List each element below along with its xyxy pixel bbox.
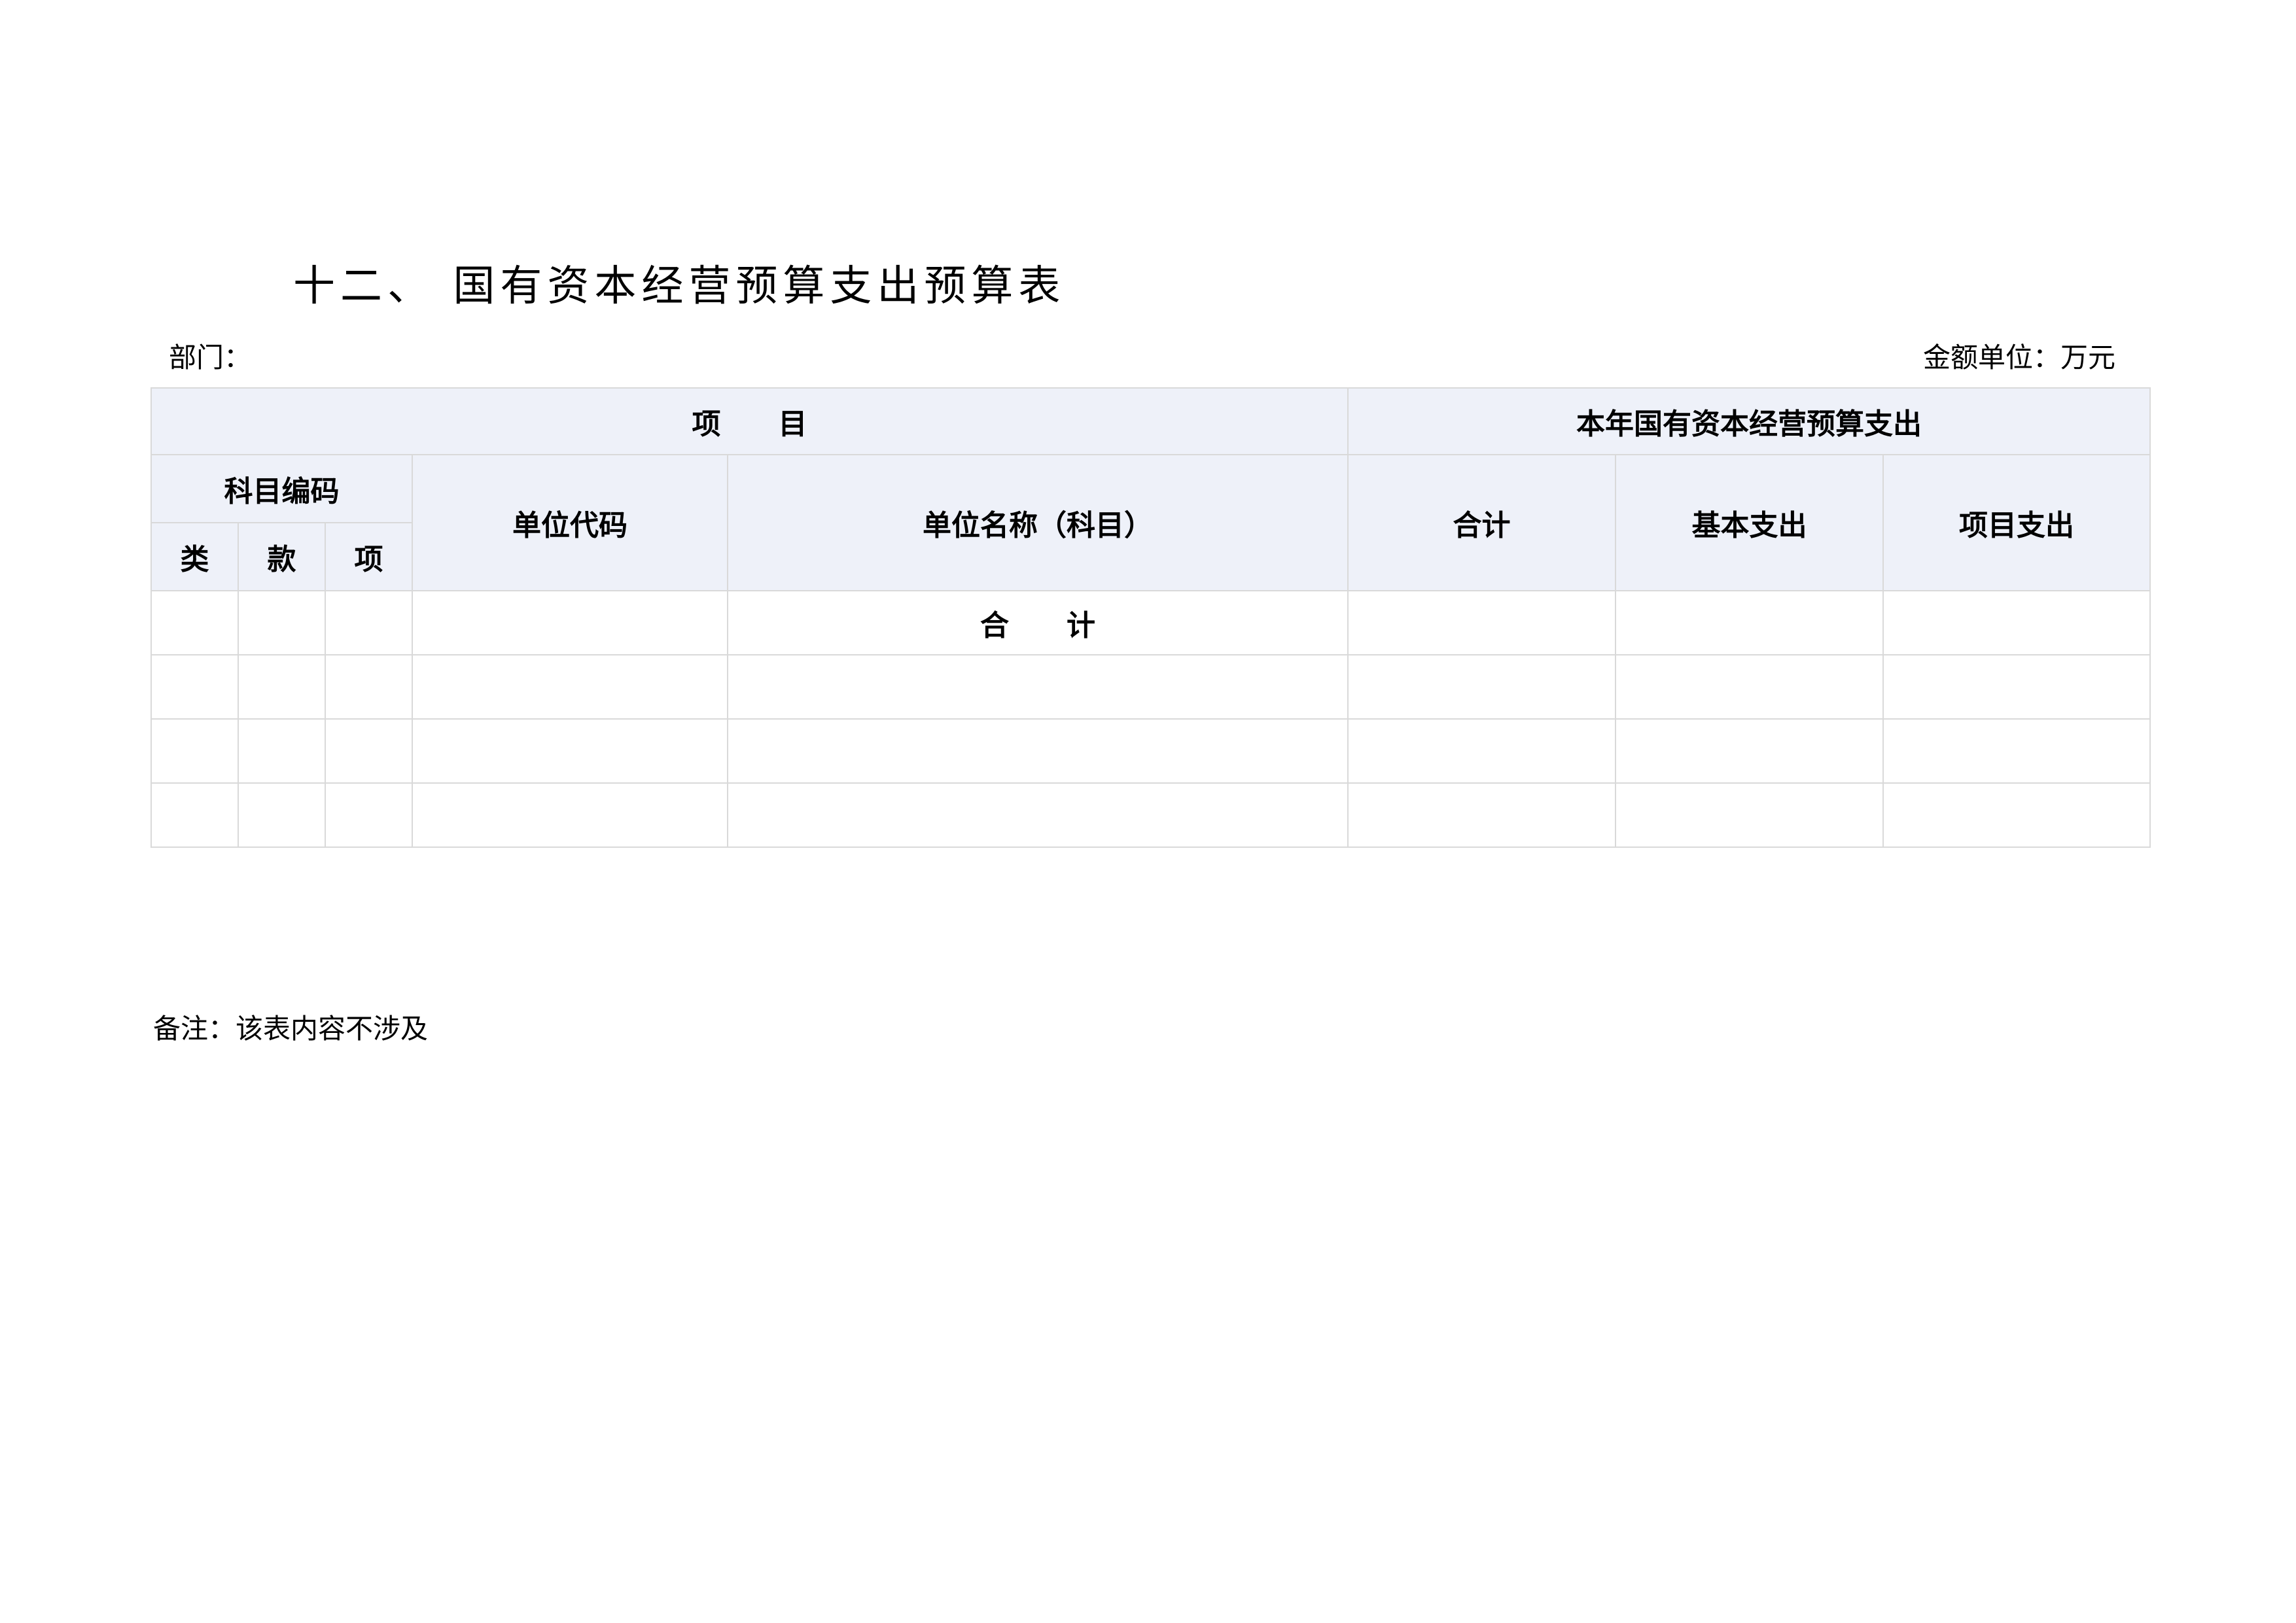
- table-cell: [1882, 654, 2151, 720]
- table-cell: [412, 718, 728, 784]
- header-unit-code: 单位代码: [412, 454, 728, 591]
- header-row-2: 科目编码 单位代码 单位名称（科目） 合计 基本支出 项目支出: [150, 454, 2151, 591]
- header-subject-code: 科目编码: [150, 454, 413, 523]
- header-project-expense: 项目支出: [1882, 454, 2151, 591]
- table-cell: [1882, 782, 2151, 848]
- header-basic-expense: 基本支出: [1615, 454, 1884, 591]
- total-row: 合 计: [150, 590, 2151, 655]
- header-unit-name: 单位名称（科目）: [726, 454, 1349, 591]
- table-cell: [726, 782, 1349, 848]
- table-cell: [726, 718, 1349, 784]
- table-cell: [238, 782, 326, 848]
- page-title: 十二、 国有资本经营预算支出预算表: [293, 262, 1066, 311]
- table-cell: [1347, 590, 1617, 655]
- table-cell: [1347, 782, 1617, 848]
- header-row-1: 项 目 本年国有资本经营预算支出: [150, 387, 2151, 455]
- table-row: [150, 718, 2151, 784]
- department-label: 部门：: [169, 341, 252, 374]
- table-cell: [1347, 718, 1617, 784]
- table-cell: [1882, 718, 2151, 784]
- footnote: 备注：该表内容不涉及: [153, 1013, 429, 1045]
- table-cell: [325, 654, 413, 720]
- table-cell: [412, 590, 728, 655]
- header-total: 合计: [1347, 454, 1617, 591]
- table-cell: [726, 654, 1349, 720]
- table-cell: [325, 782, 413, 848]
- table-cell: [325, 718, 413, 784]
- table-cell: [150, 718, 239, 784]
- table-cell: [150, 782, 239, 848]
- table-cell: [150, 590, 239, 655]
- header-item-sub: 项: [325, 522, 413, 591]
- header-expense: 本年国有资本经营预算支出: [1347, 387, 2151, 455]
- table-cell: [238, 654, 326, 720]
- table-cell: [1615, 782, 1884, 848]
- table-row: [150, 654, 2151, 720]
- header-section: 款: [238, 522, 326, 591]
- table-cell: [412, 654, 728, 720]
- table-cell: [238, 590, 326, 655]
- budget-table: 项 目 本年国有资本经营预算支出 科目编码 单位代码 单位名称（科目） 合计 基…: [150, 387, 2151, 848]
- table-cell: [1347, 654, 1617, 720]
- table-cell: [238, 718, 326, 784]
- table-cell: [1882, 590, 2151, 655]
- table-cell: [412, 782, 728, 848]
- table-cell: [1615, 718, 1884, 784]
- header-item: 项 目: [150, 387, 1349, 455]
- table-cell: [1615, 590, 1884, 655]
- table-row: [150, 782, 2151, 848]
- header-category: 类: [150, 522, 239, 591]
- table-cell: [325, 590, 413, 655]
- total-row-label: 合 计: [726, 590, 1349, 655]
- table-cell: [1615, 654, 1884, 720]
- amount-unit-label: 金额单位：万元: [1922, 341, 2115, 374]
- table-cell: [150, 654, 239, 720]
